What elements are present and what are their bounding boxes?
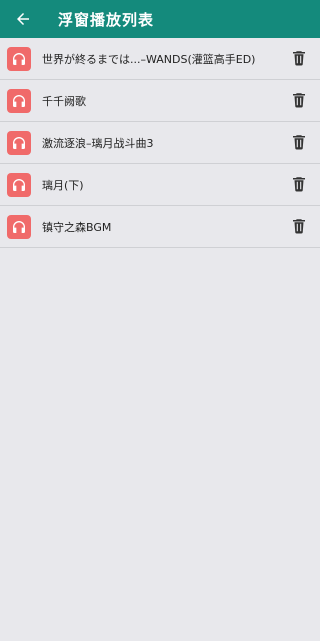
playlist-item-title: 世界が終るまでは...–WANDS(灌篮高手ED) bbox=[42, 52, 256, 66]
delete-button[interactable] bbox=[289, 216, 309, 236]
playlist-item[interactable]: 璃月(下) bbox=[0, 164, 320, 206]
playlist-item-title: 千千阙歌 bbox=[42, 94, 86, 108]
trash-icon bbox=[293, 51, 305, 66]
headphones-icon bbox=[7, 214, 31, 239]
playlist-item-title: 激流逐浪–璃月战斗曲3 bbox=[42, 136, 154, 150]
playlist-item-title: 璃月(下) bbox=[42, 178, 84, 192]
delete-button[interactable] bbox=[289, 132, 309, 152]
arrow-left-icon bbox=[17, 13, 29, 25]
trash-icon bbox=[293, 135, 305, 150]
trash-icon bbox=[293, 219, 305, 234]
app-bar: 浮窗播放列表 bbox=[0, 0, 320, 38]
headphones-icon bbox=[7, 46, 31, 71]
playlist: 世界が終るまでは...–WANDS(灌篮高手ED) 千千阙歌 激流逐浪–璃月战斗… bbox=[0, 38, 320, 248]
delete-button[interactable] bbox=[289, 174, 309, 194]
playlist-item[interactable]: 镇守之森BGM bbox=[0, 206, 320, 248]
playlist-item-title: 镇守之森BGM bbox=[42, 220, 112, 234]
playlist-item[interactable]: 世界が終るまでは...–WANDS(灌篮高手ED) bbox=[0, 38, 320, 80]
trash-icon bbox=[293, 177, 305, 192]
headphones-icon bbox=[7, 88, 31, 113]
headphones-icon bbox=[7, 130, 31, 155]
back-button[interactable] bbox=[0, 0, 46, 38]
playlist-item[interactable]: 激流逐浪–璃月战斗曲3 bbox=[0, 122, 320, 164]
playlist-item[interactable]: 千千阙歌 bbox=[0, 80, 320, 122]
delete-button[interactable] bbox=[289, 48, 309, 68]
headphones-icon bbox=[7, 172, 31, 197]
trash-icon bbox=[293, 93, 305, 108]
delete-button[interactable] bbox=[289, 90, 309, 110]
page-title: 浮窗播放列表 bbox=[58, 10, 155, 29]
